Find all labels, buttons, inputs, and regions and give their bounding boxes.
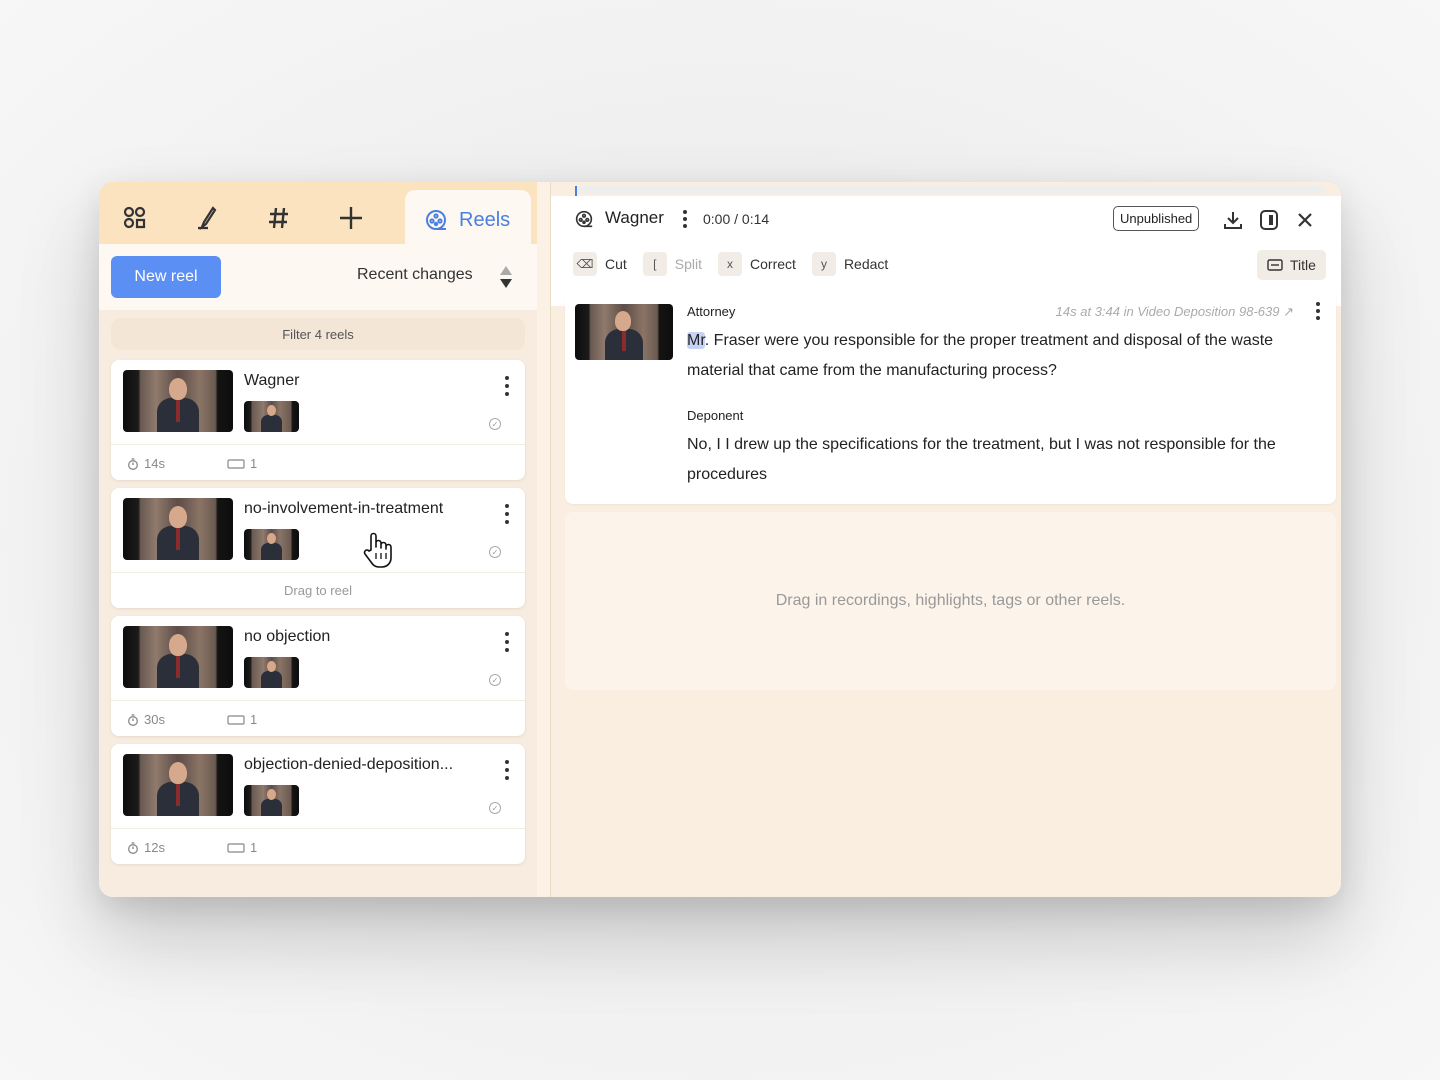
clip-count-icon [227,714,245,725]
cut-button[interactable]: ⌫ Cut [573,252,627,276]
clip-thumbnail [244,401,299,432]
reel-meta: 14s 1 [111,444,525,480]
hashtag-icon[interactable] [257,196,301,240]
new-reel-button[interactable]: New reel [111,256,221,298]
reel-card[interactable]: Wagner ✓ 14s 1 [111,360,525,480]
marker-icon[interactable] [185,196,229,240]
clip-thumbnail [575,304,673,360]
reel-duration: 14s [144,456,165,471]
check-circle-icon[interactable]: ✓ [489,674,501,686]
plus-icon[interactable] [329,196,373,240]
tab-reels[interactable]: Reels [405,190,531,250]
edit-actions: ⌫ Cut [ Split x Correct y Redact [573,252,888,276]
filter-reels-input[interactable]: Filter 4 reels [111,318,525,350]
check-circle-icon[interactable]: ✓ [489,546,501,558]
editor-header: Wagner 0:00 / 0:14 Unpublished ⌫ Cut [S… [551,196,1341,306]
reel-duration: 30s [144,712,165,727]
more-options-icon[interactable] [681,210,689,228]
clip-count: 1 [250,712,258,727]
timer-icon [128,457,138,470]
reel-icon [575,210,593,228]
transcript-paragraph[interactable]: Mr. Fraser were you responsible for the … [687,326,1307,386]
status-badge[interactable]: Unpublished [1113,206,1200,231]
clip-count-icon [227,842,245,853]
reels-panel: Reels New reel Recent changes Filter 4 r… [99,182,537,897]
clip-count: 1 [250,456,258,471]
reels-list: Filter 4 reels Wagner ✓ 14s 1 no-involve… [99,310,537,897]
editor-title[interactable]: Wagner [605,208,664,228]
clip-source-link[interactable]: 14s at 3:44 in Video Deposition 98-639 ↗ [1056,304,1294,320]
speaker-label: Attorney [687,304,736,319]
clip-count-icon [227,458,245,469]
timer-icon [128,841,138,854]
reel-thumbnail [123,370,233,432]
tab-bar: Reels [99,182,537,250]
drop-zone[interactable]: Drag in recordings, highlights, tags or … [565,512,1336,690]
close-icon[interactable] [1291,206,1319,234]
correct-button[interactable]: x Correct [718,252,796,276]
playback-scrubber[interactable] [575,186,1325,202]
cut-shortcut-key: ⌫ [573,252,597,276]
reel-thumbnail [123,626,233,688]
more-options-icon[interactable] [501,760,513,780]
reels-toolbar: New reel Recent changes [99,244,537,310]
download-icon[interactable] [1219,206,1247,234]
reel-title: no objection [244,628,331,645]
reel-meta: 12s 1 [111,828,525,864]
reel-thumbnail [123,754,233,816]
title-button-label: Title [1290,257,1316,273]
split-label: Split [674,256,703,272]
clip-card[interactable]: Attorney 14s at 3:44 in Video Deposition… [565,292,1336,504]
redact-button[interactable]: y Redact [811,252,889,276]
timer-icon [128,713,138,726]
reel-title: Wagner [244,372,300,389]
reel-meta: 30s 1 [111,700,525,736]
reel-card[interactable]: objection-denied-deposition... ✓ 12s 1 [111,744,525,864]
clip-thumbnail [244,529,299,560]
correct-shortcut-key: x [718,252,743,276]
reel-editor: Wagner 0:00 / 0:14 Unpublished ⌫ Cut [S… [550,182,1341,897]
people-icon[interactable] [113,196,157,240]
redact-label: Redact [843,256,889,272]
reel-title: no-involvement-in-treatment [244,500,444,517]
playback-time: 0:00 / 0:14 [703,211,770,227]
panel-toggle-icon[interactable] [1255,206,1283,234]
reel-card[interactable]: no objection ✓ 30s 1 [111,616,525,736]
reel-title: objection-denied-deposition... [244,756,454,773]
reel-duration: 12s [144,840,165,855]
clip-count: 1 [250,840,258,855]
tab-reels-label: Reels [459,208,511,231]
transcript-paragraph[interactable]: No, I I drew up the specifications for t… [687,430,1307,490]
redact-shortcut-key: y [811,252,836,276]
reel-thumbnail [123,498,233,560]
sort-arrows-icon[interactable] [499,264,513,290]
selected-word[interactable]: Mr [687,332,705,349]
cut-label: Cut [605,256,627,272]
check-circle-icon[interactable]: ✓ [489,802,501,814]
more-options-icon[interactable] [501,504,513,524]
correct-label: Correct [750,256,796,272]
title-button[interactable]: Title [1257,250,1326,280]
reel-card[interactable]: no-involvement-in-treatment ✓ Drag to re… [111,488,525,608]
app-window: Reels New reel Recent changes Filter 4 r… [99,182,1341,897]
more-options-icon[interactable] [501,376,513,396]
more-options-icon[interactable] [1314,302,1322,320]
drag-to-reel-hint: Drag to reel [111,572,525,608]
sort-dropdown[interactable]: Recent changes [357,266,473,284]
reel-icon [426,210,446,230]
transcript-text: . Fraser were you responsible for the pr… [687,332,1274,379]
more-options-icon[interactable] [501,632,513,652]
speaker-label: Deponent [687,408,744,423]
clip-thumbnail [244,785,299,816]
hand-cursor-icon [360,530,396,579]
split-button[interactable]: [ Split [642,252,703,276]
clip-thumbnail [244,657,299,688]
check-circle-icon[interactable]: ✓ [489,418,501,430]
title-card-icon [1267,259,1283,271]
split-shortcut-key: [ [642,252,667,276]
